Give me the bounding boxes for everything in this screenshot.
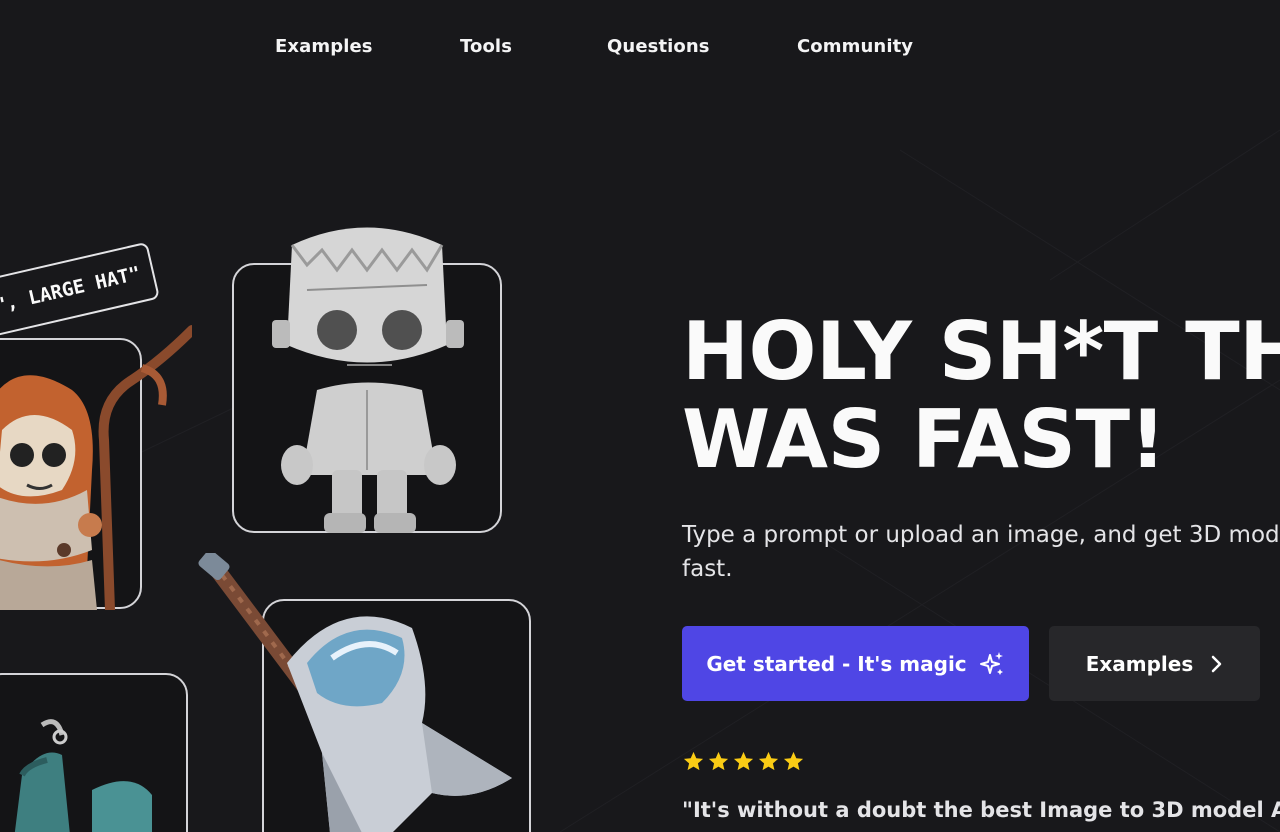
nav-link-examples[interactable]: Examples: [275, 36, 373, 57]
hero-subtitle: Type a prompt or upload an image, and ge…: [682, 522, 1280, 582]
star-icon: [733, 751, 754, 771]
testimonial-quote: "It's without a doubt the best Image to …: [682, 798, 1280, 822]
frankenstein-model-image: [272, 227, 464, 533]
star-icon: [683, 751, 704, 771]
star-icon: [708, 751, 729, 771]
example-card-axe[interactable]: [198, 553, 531, 832]
examples-button-label: Examples: [1085, 651, 1194, 676]
hero-title-line-1: HOLY SH*T THAT: [682, 305, 1280, 398]
example-card-frankenstein[interactable]: [232, 227, 502, 533]
nav-link-questions[interactable]: Questions: [607, 36, 710, 57]
chevron-right-icon: [1212, 655, 1222, 672]
get-started-button-label: Get started - It's magic: [706, 651, 967, 676]
sparkles-icon: [979, 651, 1003, 675]
landing-page: Examples Tools Questions Community ", LA…: [0, 0, 1280, 832]
nav-link-tools[interactable]: Tools: [460, 36, 512, 57]
nav-link-community[interactable]: Community: [797, 36, 913, 57]
star-icon: [758, 751, 779, 771]
star-icon: [783, 751, 804, 771]
get-started-button[interactable]: Get started - It's magic: [682, 626, 1029, 701]
axe-model-image: [198, 553, 512, 832]
examples-button[interactable]: Examples: [1049, 626, 1260, 701]
rating-stars: [682, 750, 805, 773]
example-card-chair[interactable]: [0, 673, 188, 832]
example-card-wizard[interactable]: [0, 325, 192, 610]
chair-model-image: [14, 719, 152, 832]
hero-title: HOLY SH*T THAT WAS FAST!: [682, 308, 1280, 484]
wizard-model-image: [0, 325, 192, 610]
hero-title-line-2: WAS FAST!: [682, 393, 1166, 486]
